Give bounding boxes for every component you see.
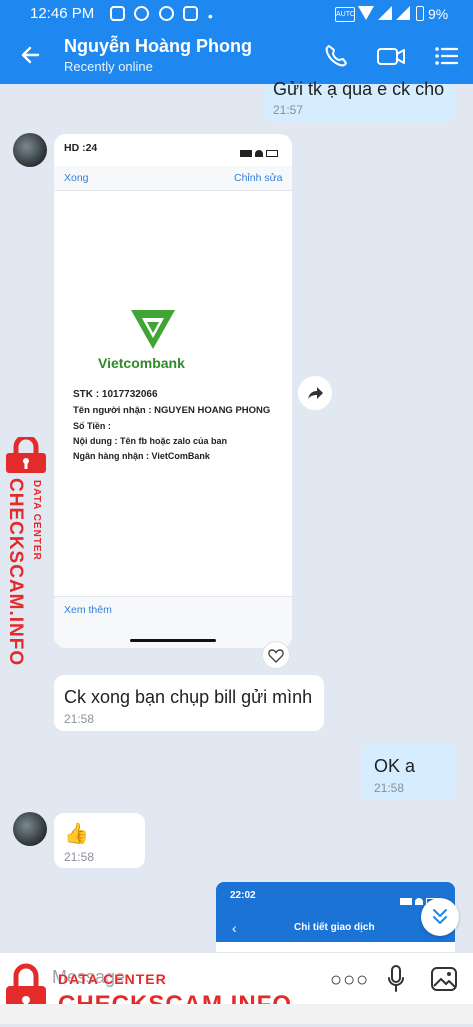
messenger-icon xyxy=(110,6,125,21)
bank-brand-name: Vietcombank xyxy=(98,355,185,371)
screenshot-status-icons xyxy=(240,144,280,157)
like-button[interactable] xyxy=(262,641,290,669)
lock-icon xyxy=(6,434,46,473)
voice-button[interactable] xyxy=(386,964,406,994)
amount: Số Tiền : xyxy=(73,421,111,431)
watermark-label: DATA CENTER xyxy=(31,480,42,561)
wifi-icon xyxy=(358,6,374,20)
message-text: OK a xyxy=(374,756,416,776)
status-time: 12:46 PM xyxy=(30,5,95,22)
watermark-label-bottom: DATA CENTER xyxy=(58,971,167,987)
notification-icons: • xyxy=(110,6,213,26)
preview-back-icon: ‹ xyxy=(232,920,237,936)
image-message-preview[interactable]: 22:02 ‹ Chi tiết giao dịch xyxy=(216,882,455,952)
signal-icon xyxy=(378,6,392,20)
watermark-lock xyxy=(2,434,50,475)
message-time: 21:58 xyxy=(64,850,95,864)
forward-arrow-icon xyxy=(308,387,323,399)
watermark-site: CHECKSCAM.INFO xyxy=(5,478,26,667)
contact-status-overlay: Recently online xyxy=(64,59,153,74)
account-number: STK : 1017732066 xyxy=(73,389,158,400)
recipient-name: Tên người nhận : NGUYEN HOANG PHONG xyxy=(73,405,271,416)
messenger-icon xyxy=(183,6,199,21)
double-chevron-down-icon xyxy=(433,909,447,924)
back-arrow-icon xyxy=(21,46,40,64)
receiving-bank: Ngân hàng nhận : VietComBank xyxy=(73,451,210,461)
vietcombank-logo-icon xyxy=(131,310,175,349)
message-bubble-outgoing[interactable]: Gửi tk ạ qua e ck cho 21:57 xyxy=(263,79,455,122)
battery-percent: 9% xyxy=(428,6,449,22)
image-icon xyxy=(431,967,457,991)
status-bar: 12:46 PM • AUTO 9% xyxy=(0,0,473,28)
message-bubble-incoming[interactable]: 👍 21:58 xyxy=(54,813,145,868)
message-text: Ck xong bạn chụp bill gửi mình xyxy=(64,687,313,707)
avatar[interactable] xyxy=(13,133,47,167)
video-call-button-overlay[interactable] xyxy=(375,42,407,70)
more-options-button[interactable]: ○○○ xyxy=(330,969,369,992)
message-bubble-incoming[interactable]: Ck xong bạn chụp bill gửi mình 21:58 xyxy=(54,675,324,731)
done-link: Xong xyxy=(64,172,89,184)
auto-icon: AUTO xyxy=(335,7,355,22)
home-indicator xyxy=(130,639,216,642)
message-text: Gửi tk ạ qua e ck cho xyxy=(273,79,445,99)
call-button-overlay[interactable] xyxy=(322,42,350,70)
contact-name-overlay: Nguyễn Hoàng Phong xyxy=(64,36,252,56)
message-time: 21:58 xyxy=(64,712,95,726)
telegram-icon xyxy=(158,6,174,21)
microphone-icon xyxy=(388,965,404,992)
phone-icon xyxy=(325,45,347,67)
see-more-link: Xem thêm xyxy=(64,604,112,616)
scroll-to-bottom-button[interactable] xyxy=(421,898,459,936)
back-button-overlay[interactable] xyxy=(18,42,44,68)
message-time: 21:58 xyxy=(374,781,405,795)
image-message[interactable]: HD :24 Xong Chỉnh sửa Vietcombank STK : … xyxy=(54,134,292,648)
thumbs-up-sticker: 👍 xyxy=(64,823,89,845)
vietcombank-logo xyxy=(128,306,178,352)
message-time: 21:57 xyxy=(273,103,304,117)
battery-icon xyxy=(416,6,424,21)
preview-title: Chi tiết giao dịch xyxy=(294,922,375,933)
preview-body xyxy=(216,942,455,952)
message-bubble-outgoing[interactable]: OK a 21:58 xyxy=(362,744,455,800)
gallery-button[interactable] xyxy=(430,966,458,992)
telegram-icon xyxy=(134,6,150,21)
edit-link: Chỉnh sửa xyxy=(234,172,283,184)
avatar[interactable] xyxy=(13,812,47,846)
share-button[interactable] xyxy=(298,376,332,410)
list-menu-icon xyxy=(435,47,459,65)
transfer-content: Nội dung : Tên fb hoặc zalo của ban xyxy=(73,436,228,446)
screenshot-status-time: HD :24 xyxy=(64,142,98,154)
preview-status-time: 22:02 xyxy=(230,890,256,901)
signal-icon xyxy=(396,6,410,20)
video-camera-icon xyxy=(377,48,405,65)
system-navigation-bar xyxy=(0,1004,473,1024)
dot-icon: • xyxy=(207,8,213,24)
menu-button-overlay[interactable] xyxy=(432,42,460,70)
heart-icon xyxy=(268,649,284,663)
ellipsis-icon: ○○○ xyxy=(330,969,370,991)
